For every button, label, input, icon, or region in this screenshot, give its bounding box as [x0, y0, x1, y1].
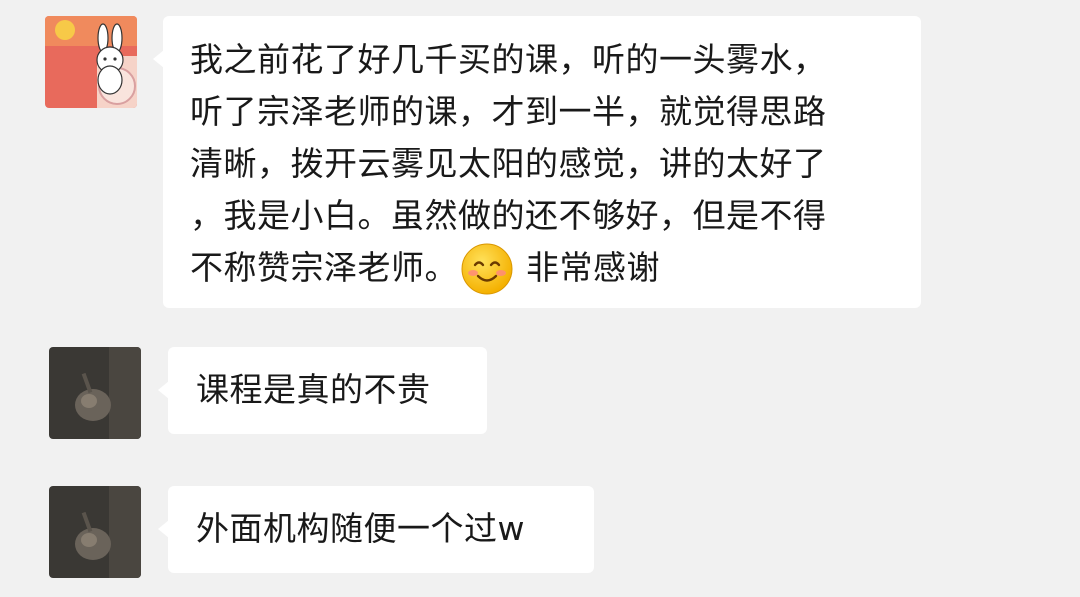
bubble-tail: [158, 381, 169, 399]
message-line: 清晰，拨开云雾见太阳的感觉，讲的太好了: [190, 144, 827, 183]
message-line: ，我是小白。虽然做的还不够好，但是不得: [190, 196, 827, 235]
message-bubble[interactable]: 我之前花了好几千买的课，听的一头雾水， 听了宗泽老师的课，才到一半，就觉得思路 …: [153, 16, 921, 308]
message-segment: 不称赞宗泽老师。: [190, 248, 458, 287]
message-segment: 非常感谢: [526, 248, 660, 287]
bubble-tail: [158, 520, 169, 538]
smiling-face-icon: [460, 242, 514, 296]
bubble-tail: [153, 50, 164, 68]
message-text: 外面机构随便一个过w: [196, 509, 525, 548]
message-bubble[interactable]: 课程是真的不贵: [158, 347, 487, 434]
message-line: 听了宗泽老师的课，才到一半，就觉得思路: [190, 92, 827, 131]
bunny-avatar-icon: [45, 16, 137, 108]
dark-photo-avatar-icon: [49, 486, 141, 578]
dark-photo-avatar-icon: [49, 347, 141, 439]
avatar[interactable]: [49, 486, 141, 578]
avatar[interactable]: [49, 347, 141, 439]
message-line: 不称赞宗泽老师。 非常感谢: [190, 242, 827, 294]
message-line: 我之前花了好几千买的课，听的一头雾水，: [190, 40, 827, 79]
message-text: 我之前花了好几千买的课，听的一头雾水， 听了宗泽老师的课，才到一半，就觉得思路 …: [190, 34, 827, 294]
message-text: 课程是真的不贵: [196, 370, 431, 409]
avatar[interactable]: [45, 16, 137, 108]
message-bubble[interactable]: 外面机构随便一个过w: [158, 486, 594, 573]
